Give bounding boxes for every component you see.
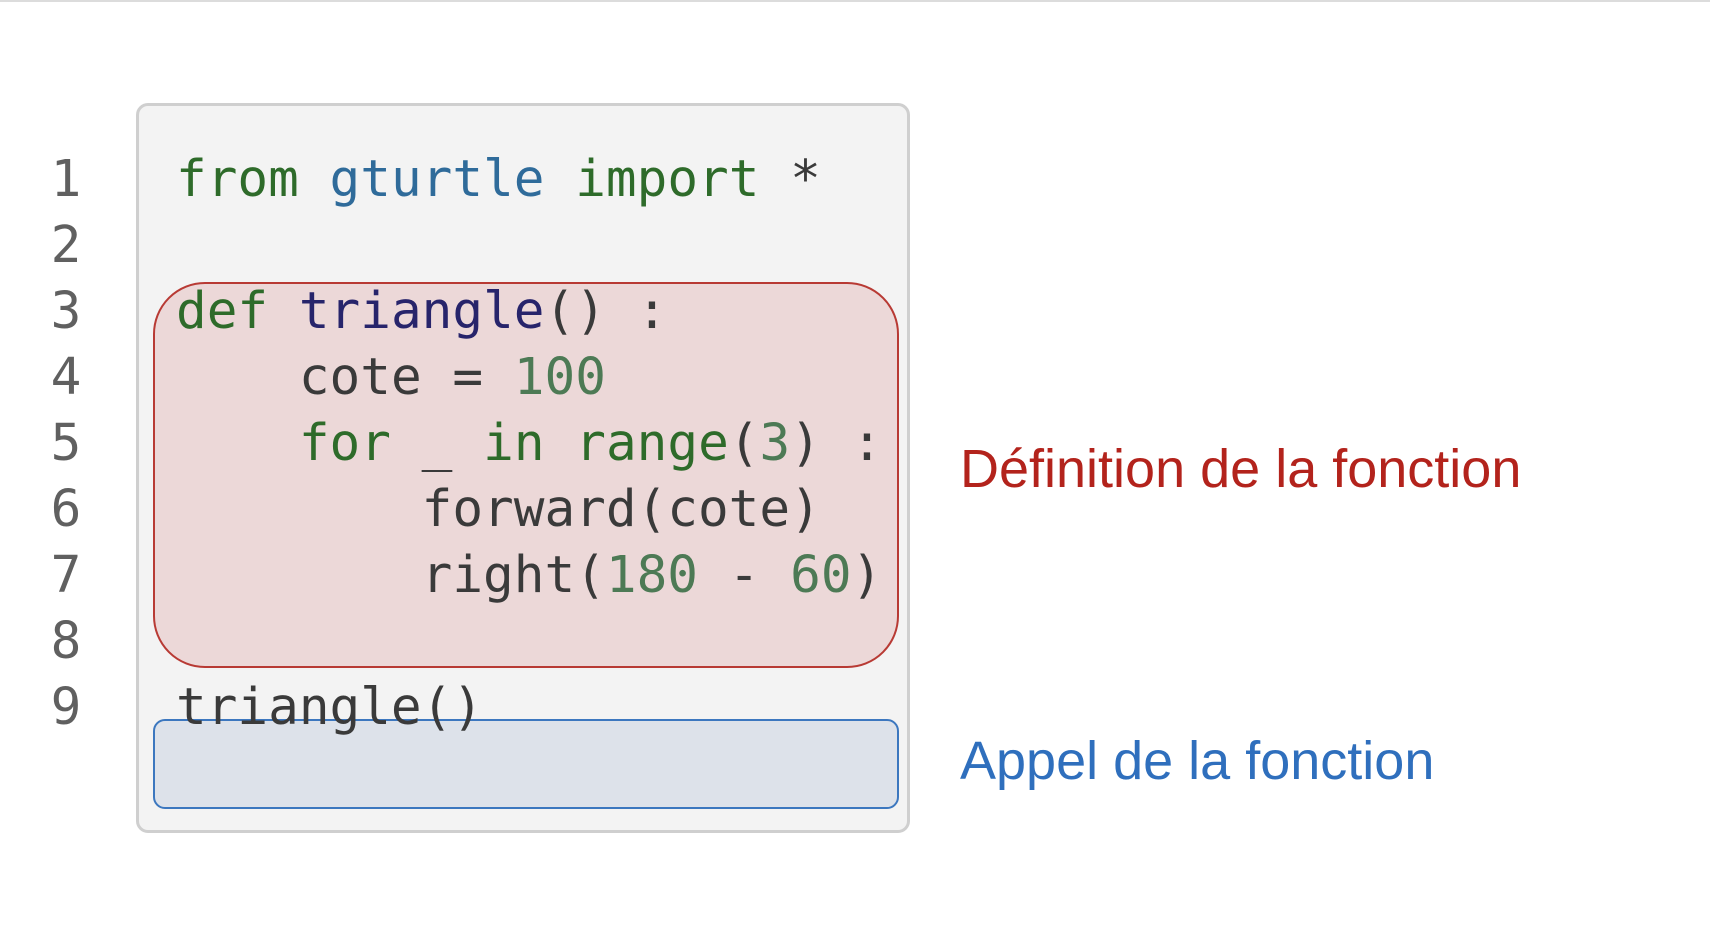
definition-label: Définition de la fonction xyxy=(960,439,1522,499)
module-name: gturtle xyxy=(329,150,545,209)
paren-close: ) xyxy=(851,546,883,605)
code-line-6: forward(cote) xyxy=(176,474,821,546)
variable-cote: cote xyxy=(298,348,422,407)
code-line-5: for _ in range(3) : xyxy=(176,408,883,480)
line-number: 8 xyxy=(50,612,82,671)
import-star: * xyxy=(790,150,821,209)
line-number: 4 xyxy=(50,348,82,407)
line-number: 3 xyxy=(50,282,82,341)
keyword-import: import xyxy=(575,150,760,209)
triangle-call: triangle() xyxy=(176,678,484,737)
number-literal: 60 xyxy=(790,546,852,605)
line-number: 5 xyxy=(50,414,82,473)
forward-call: forward(cote) xyxy=(421,480,821,539)
code-line-3: def triangle() : xyxy=(176,276,667,348)
loop-variable: _ xyxy=(421,414,453,473)
code-line-7: right(180 - 60) xyxy=(176,540,883,612)
number-literal: 3 xyxy=(759,414,791,473)
top-divider xyxy=(0,0,1710,2)
minus-operator: - xyxy=(698,546,791,605)
paren-close: ) : xyxy=(790,414,883,473)
right-call: right( xyxy=(421,546,606,605)
line-number: 1 xyxy=(50,150,82,209)
code-line-1: from gturtle import * xyxy=(176,144,821,216)
line-number: 2 xyxy=(50,216,82,275)
line-number: 7 xyxy=(50,546,82,605)
keyword-from: from xyxy=(176,150,299,209)
code-line-9: triangle() xyxy=(176,672,483,744)
number-literal: 180 xyxy=(605,546,698,605)
assign-operator: = xyxy=(421,348,514,407)
line-number: 9 xyxy=(50,678,82,737)
builtin-range: range xyxy=(575,414,729,473)
function-name: triangle xyxy=(298,282,545,341)
def-signature-rest: () : xyxy=(544,282,668,341)
line-number: 6 xyxy=(50,480,82,539)
number-literal: 100 xyxy=(513,348,606,407)
keyword-in: in xyxy=(483,414,545,473)
keyword-for: for xyxy=(298,414,391,473)
code-line-4: cote = 100 xyxy=(176,342,606,414)
paren-open: ( xyxy=(728,414,760,473)
call-label: Appel de la fonction xyxy=(960,731,1435,791)
keyword-def: def xyxy=(176,282,269,341)
